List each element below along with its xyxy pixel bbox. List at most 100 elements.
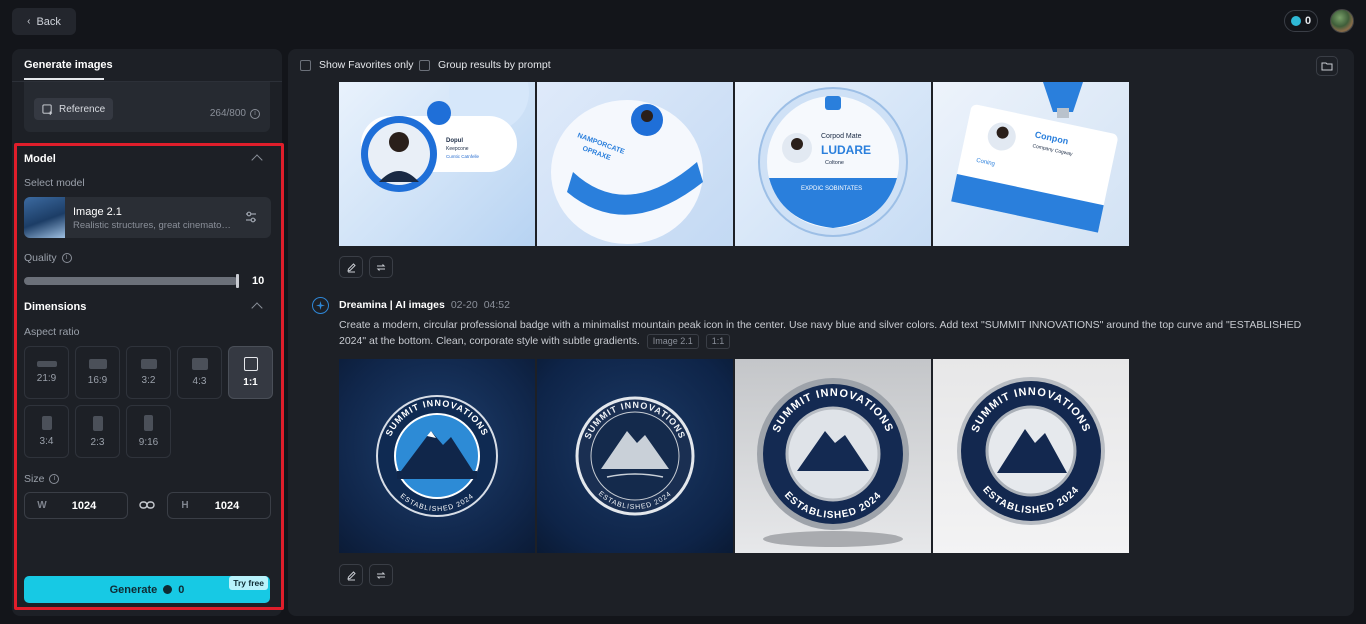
generate-label: Generate [109, 583, 158, 596]
aspect-ratio-3-4[interactable]: 3:4 [24, 405, 69, 458]
badge-image-4[interactable]: SUMMIT INNOVATIONS ESTABLISHED 2024 [933, 359, 1129, 553]
regenerate-button[interactable] [369, 564, 393, 586]
edit-button[interactable] [339, 256, 363, 278]
result-image-3[interactable]: Corpod Mate LUDARE Coltone EXPDIC SOBINT… [735, 82, 931, 246]
group-results-label: Group results by prompt [438, 59, 551, 71]
generation-time: 04:52 [483, 299, 510, 311]
ratio-shape-icon [41, 416, 52, 430]
ratio-shape-icon [140, 359, 157, 369]
checkbox[interactable] [300, 59, 311, 71]
reference-button[interactable]: Reference [34, 98, 114, 120]
quality-slider[interactable] [24, 277, 238, 285]
quality-value: 10 [252, 275, 265, 287]
ratio-label: 16:9 [87, 375, 108, 386]
pencil-icon [346, 262, 356, 272]
model-tag[interactable]: Image 2.1 [646, 334, 699, 349]
aspect-ratio-1-1[interactable]: 1:1 [228, 346, 273, 399]
ratio-label: 3:4 [39, 436, 54, 447]
result-image-1[interactable]: Dopul Keepcone Cumtic Catnfelle [339, 82, 535, 246]
back-label: Back [36, 15, 61, 28]
badge-image-3[interactable]: SUMMIT INNOVATIONS ESTABLISHED 2024 [735, 359, 931, 553]
height-input[interactable]: H 1024 [167, 492, 271, 519]
ratio-label: 2:3 [90, 436, 105, 448]
ratio-shape-icon [36, 361, 57, 367]
ratio-shape-icon [88, 359, 107, 369]
ratio-shape-icon [92, 415, 103, 431]
tab-underline [24, 78, 104, 80]
back-button[interactable]: ‹ Back [12, 8, 76, 35]
model-description: Realistic structures, great cinematog... [73, 220, 233, 231]
aspect-ratio-label: Aspect ratio [24, 326, 80, 338]
edit-button[interactable] [339, 564, 363, 586]
image-text: Cumtic Catnfelle [446, 154, 480, 159]
dreamina-logo-icon [312, 297, 329, 314]
folder-button[interactable] [1316, 56, 1338, 76]
tab-generate-images[interactable]: Generate images [24, 59, 113, 71]
info-icon[interactable]: i [250, 108, 260, 119]
aspect-ratio-3-2[interactable]: 3:2 [126, 346, 171, 399]
model-name: Image 2.1 [73, 206, 122, 218]
ratio-tag[interactable]: 1:1 [705, 334, 731, 349]
results-panel: Show Favorites only Group results by pro… [288, 49, 1354, 616]
info-icon[interactable]: i [49, 474, 60, 484]
width-value: 1024 [71, 499, 97, 512]
ratio-label: 9:16 [138, 437, 159, 448]
aspect-ratio-9-16[interactable]: 9:16 [126, 405, 171, 458]
badge-image-2[interactable]: SUMMIT INNOVATIONS ESTABLISHED 2024 [537, 359, 733, 553]
checkbox[interactable] [419, 59, 430, 71]
char-count-text: 264/800 [209, 108, 246, 119]
chevron-left-icon: ‹ [27, 16, 31, 27]
height-prefix: H [181, 500, 189, 511]
try-free-badge: Try free [229, 576, 268, 590]
generate-button[interactable]: Generate 0 Try free [24, 576, 270, 603]
generation-header: Dreamina | AI images 02-20 04:52 [339, 299, 510, 311]
image-text: Corpod Mate [821, 133, 862, 140]
image-text: Keepcone [446, 146, 469, 152]
regenerate-button[interactable] [369, 256, 393, 278]
ratio-shape-icon [144, 415, 153, 431]
model-selector[interactable]: Image 2.1 Realistic structures, great ci… [24, 197, 271, 238]
avatar[interactable] [1330, 9, 1354, 33]
folder-icon [1321, 62, 1333, 71]
image-text: LUDARE [821, 143, 871, 157]
info-icon[interactable]: i [61, 253, 72, 263]
select-model-label: Select model [24, 177, 85, 189]
image-add-icon [42, 103, 53, 115]
width-input[interactable]: W 1024 [24, 492, 128, 519]
width-prefix: W [37, 500, 47, 511]
reference-label: Reference [59, 103, 106, 115]
image-text: EXPDIC SOBINTATES [801, 186, 862, 192]
size-label-row: Size i [24, 473, 60, 485]
generation-author: Dreamina | AI images [339, 299, 445, 311]
credits-pill[interactable]: 0 [1284, 10, 1318, 32]
aspect-ratio-21-9[interactable]: 21:9 [24, 346, 69, 399]
badge-image-1[interactable]: SUMMIT INNOVATIONS ESTABLISHED 2024 [339, 359, 535, 553]
image-text: Coltone [825, 160, 844, 166]
show-favorites-label: Show Favorites only [319, 59, 414, 71]
ratio-label: 3:2 [141, 375, 156, 386]
aspect-ratio-4-3[interactable]: 4:3 [177, 346, 222, 399]
ratio-shape-icon [191, 358, 208, 370]
model-thumbnail [24, 197, 65, 238]
sliders-icon[interactable] [244, 210, 258, 224]
image-text: Dopul [446, 138, 463, 144]
aspect-ratio-2-3[interactable]: 2:3 [75, 405, 120, 458]
prompt-box[interactable]: Reference 264/800 i [24, 82, 270, 132]
group-results-toggle[interactable]: Group results by prompt [419, 59, 551, 71]
ratio-label: 21:9 [36, 373, 57, 384]
generation-date: 02-20 [450, 299, 478, 311]
quality-label: Quality [24, 252, 57, 264]
aspect-ratio-16-9[interactable]: 16:9 [75, 346, 120, 399]
credits-count: 0 [1304, 15, 1312, 27]
result-image-4[interactable]: Conpon Company Cogway Coning [933, 82, 1129, 246]
ratio-label: 1:1 [243, 377, 258, 388]
link-icon[interactable] [139, 499, 155, 511]
generate-credits: 0 [178, 583, 185, 596]
credit-icon [163, 585, 173, 594]
dimensions-section-title: Dimensions [24, 301, 87, 313]
result-image-2[interactable]: NAMPORCATE OPRAXE [537, 82, 733, 246]
prompt-text: Create a modern, circular professional b… [339, 319, 1302, 347]
credit-icon [1290, 16, 1301, 26]
quality-slider-handle[interactable] [236, 274, 239, 288]
show-favorites-toggle[interactable]: Show Favorites only [300, 59, 414, 71]
